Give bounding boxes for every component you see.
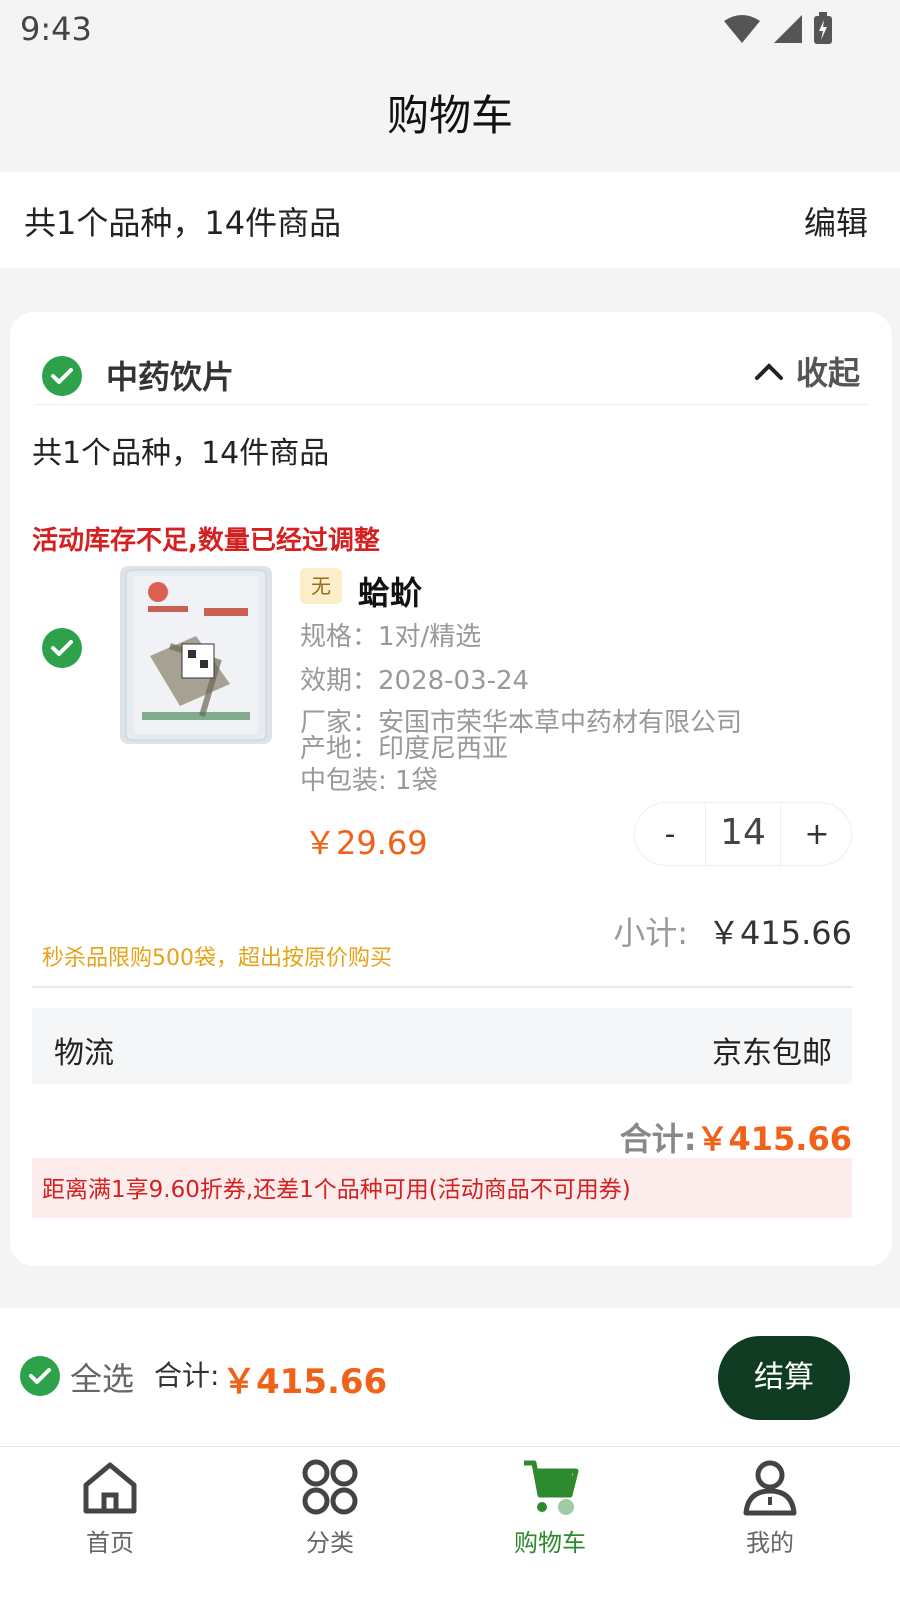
- tab-category[interactable]: 分类: [260, 1457, 400, 1587]
- battery-icon: [814, 12, 832, 44]
- product-image[interactable]: [120, 566, 272, 744]
- tab-label: 购物车: [514, 1529, 586, 1557]
- cart-summary-bar: 共1个品种，14件商品 编辑: [0, 172, 900, 268]
- tab-home[interactable]: 首页: [40, 1457, 180, 1587]
- group-total: 合计:￥415.66: [620, 1114, 852, 1160]
- tab-label: 分类: [306, 1529, 354, 1557]
- group-summary: 共1个品种，14件商品: [32, 436, 330, 471]
- check-icon: [29, 1368, 51, 1384]
- logistics-label: 物流: [54, 1036, 114, 1071]
- tab-label: 首页: [86, 1529, 134, 1557]
- group-name: 中药饮片: [106, 358, 235, 396]
- page-title: 购物车: [386, 91, 513, 140]
- signal-icon: [774, 15, 802, 43]
- group-total-label: 合计:: [619, 1120, 697, 1158]
- cart-group-card: 中药饮片 收起 共1个品种，14件商品 活动库存不足,数量已经过调整 无 蛤蚧 …: [10, 312, 892, 1266]
- category-icon: [302, 1459, 358, 1515]
- group-total-value: ￥415.66: [696, 1120, 853, 1158]
- status-icons: [722, 12, 834, 46]
- check-icon: [51, 368, 73, 384]
- user-icon: [743, 1460, 797, 1516]
- status-time: 9:43: [20, 10, 92, 48]
- increment-button[interactable]: +: [781, 803, 853, 867]
- total-label: 合计:: [154, 1359, 220, 1392]
- coupon-note: 距离满1享9.60折券,还差1个品种可用(活动商品不可用券): [32, 1158, 852, 1218]
- product-name[interactable]: 蛤蚧: [358, 568, 422, 614]
- home-icon: [83, 1462, 137, 1514]
- check-icon: [51, 640, 73, 656]
- subtotal-value: ￥415.66: [708, 914, 852, 952]
- quantity-input[interactable]: 14: [705, 803, 781, 867]
- cart-icon: [524, 1460, 579, 1515]
- edit-button[interactable]: 编辑: [804, 198, 868, 244]
- divider: [32, 986, 852, 988]
- logistics-row: 物流 京东包邮: [32, 1008, 852, 1084]
- product-tag: 无: [300, 568, 342, 604]
- checkout-button[interactable]: 结算: [718, 1336, 850, 1420]
- product-expiry: 效期：2028-03-24: [300, 666, 530, 696]
- decrement-button[interactable]: -: [635, 803, 705, 867]
- tab-cart[interactable]: 购物车: [480, 1457, 620, 1587]
- select-all-checkbox[interactable]: [20, 1356, 60, 1396]
- quantity-stepper: - 14 +: [634, 802, 853, 867]
- cart-summary-text: 共1个品种，14件商品: [24, 204, 342, 242]
- chevron-up-icon: [754, 363, 783, 380]
- total-amount: ￥415.66: [222, 1362, 388, 1402]
- item-subtotal: 小计: ￥415.66: [613, 908, 852, 954]
- flash-sale-note: 秒杀品限购500袋，超出按原价购买: [42, 946, 392, 971]
- unit-price: ￥29.69: [304, 824, 428, 862]
- bottom-tab-bar: 首页 分类 购物车 我的: [0, 1446, 900, 1600]
- item-checkbox[interactable]: [42, 628, 82, 668]
- logistics-value: 京东包邮: [712, 1036, 832, 1071]
- collapse-label: 收起: [795, 354, 860, 392]
- tab-profile[interactable]: 我的: [700, 1457, 840, 1587]
- checkout-bar: 全选 合计: ￥415.66 结算: [0, 1308, 900, 1446]
- tab-label: 我的: [746, 1529, 794, 1557]
- subtotal-label: 小计:: [613, 914, 689, 952]
- group-checkbox[interactable]: [42, 356, 82, 396]
- collapse-button[interactable]: 收起: [754, 348, 860, 394]
- wifi-icon: [724, 15, 760, 43]
- product-package-image: [125, 569, 267, 741]
- status-bar: 9:43: [0, 0, 900, 64]
- divider: [34, 404, 868, 405]
- select-all-label[interactable]: 全选: [70, 1354, 134, 1400]
- product-spec: 规格：1对/精选: [300, 622, 482, 652]
- stock-warning: 活动库存不足,数量已经过调整: [32, 526, 380, 556]
- product-package: 中包装: 1袋: [300, 766, 438, 796]
